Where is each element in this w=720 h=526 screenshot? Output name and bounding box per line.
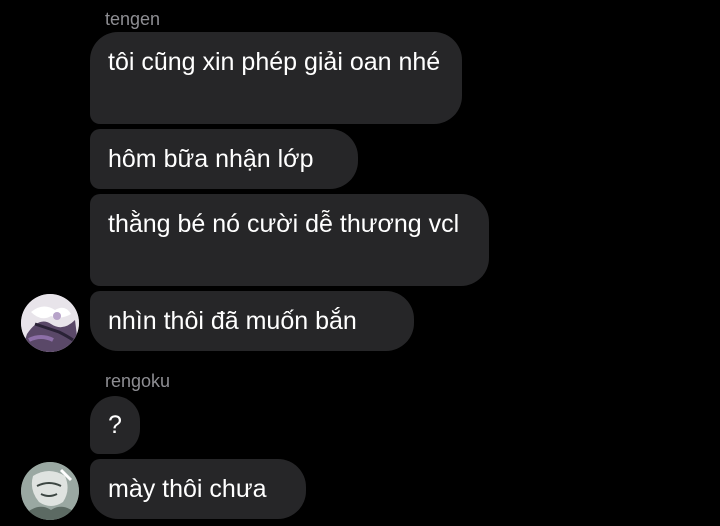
sender-name-tengen: tengen	[105, 9, 161, 29]
sender-name-rengoku: rengoku	[105, 371, 171, 391]
message-text: hôm bữa nhận lớp	[108, 145, 314, 173]
chat-thread: tengen tôi cũng xin phép giải oan nhé hô…	[0, 0, 720, 526]
message-text: tôi cũng xin phép giải oan nhé	[108, 48, 441, 76]
message-bubble[interactable]: nhìn thôi đã muốn bắn	[90, 291, 414, 351]
message-bubble[interactable]: thằng bé nó cười dễ thương vcl	[90, 194, 489, 286]
rengoku-avatar-image	[21, 462, 79, 520]
avatar[interactable]	[21, 462, 79, 520]
message-bubble[interactable]: ?	[90, 396, 140, 454]
message-bubble[interactable]: hôm bữa nhận lớp	[90, 129, 358, 189]
message-text: ?	[108, 411, 122, 439]
tengen-avatar-image	[21, 294, 79, 352]
message-bubble[interactable]: mày thôi chưa	[90, 459, 306, 519]
message-text: thằng bé nó cười dễ thương vcl	[108, 210, 460, 238]
message-text: mày thôi chưa	[108, 475, 267, 503]
message-bubble[interactable]: tôi cũng xin phép giải oan nhé	[90, 32, 462, 124]
avatar[interactable]	[21, 294, 79, 352]
message-text: nhìn thôi đã muốn bắn	[108, 307, 357, 335]
